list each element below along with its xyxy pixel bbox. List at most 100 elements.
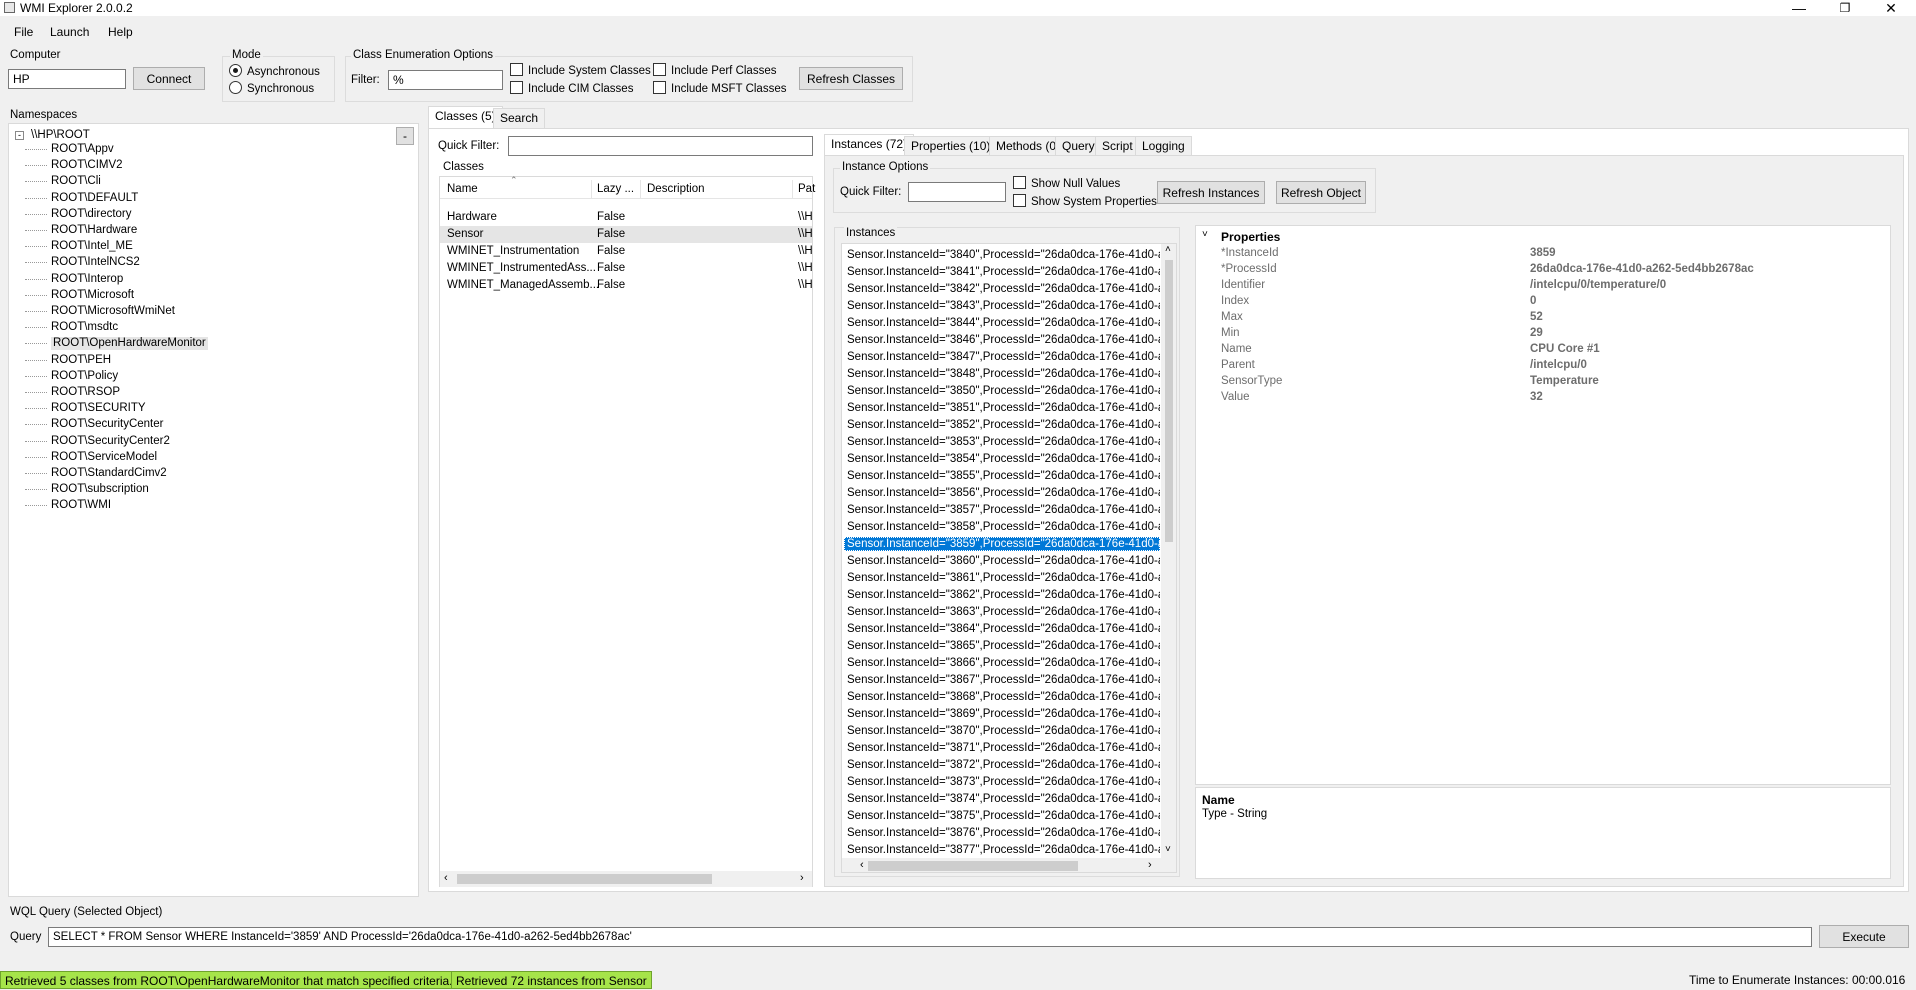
list-item[interactable]: Sensor.InstanceId="3848",ProcessId="26da… [844,367,1160,381]
list-item[interactable]: Sensor.InstanceId="3865",ProcessId="26da… [844,639,1160,653]
namespaces-tree[interactable]: - \\HP\ROOT - ROOT\Appv ROOT\CIMV2 ROOT\Cl… [8,123,419,897]
scroll-right-icon[interactable]: › [1148,859,1152,871]
namespace-item[interactable]: ROOT\Appv [51,143,114,156]
menu-file[interactable]: File [14,25,33,39]
restore-button[interactable]: ❐ [1822,0,1868,16]
instance-quick-filter-input[interactable] [908,182,1006,202]
scroll-left-icon[interactable]: ‹ [444,872,448,884]
properties-grid[interactable]: ˅ Properties *InstanceId 3859 *ProcessId 26… [1195,225,1891,785]
include-msft-checkbox[interactable]: Include MSFT Classes [653,81,786,95]
computer-input[interactable]: HP [8,69,126,89]
list-item[interactable]: Sensor.InstanceId="3863",ProcessId="26da… [844,605,1160,619]
col-name[interactable]: Name [447,183,478,195]
include-cim-checkbox[interactable]: Include CIM Classes [510,81,633,95]
list-item[interactable]: Sensor.InstanceId="3874",ProcessId="26da… [844,792,1160,806]
classes-quick-filter-input[interactable] [508,136,813,156]
list-item[interactable]: Sensor.InstanceId="3846",ProcessId="26da… [844,333,1160,347]
namespace-item[interactable]: ROOT\RSOP [51,386,120,399]
filter-input[interactable]: % [388,70,503,90]
list-item[interactable]: Sensor.InstanceId="3843",ProcessId="26da… [844,299,1160,313]
refresh-instances-button[interactable]: Refresh Instances [1157,181,1265,204]
tab-classes[interactable]: Classes (5) [428,106,503,128]
list-item[interactable]: Sensor.InstanceId="3876",ProcessId="26da… [844,826,1160,840]
refresh-object-button[interactable]: Refresh Object [1276,181,1366,204]
property-value[interactable]: /intelcpu/0 [1530,358,1587,373]
expand-chevron-icon[interactable]: ˅ [1202,229,1208,240]
list-item[interactable]: Sensor.InstanceId="3873",ProcessId="26da… [844,775,1160,789]
tab-logging[interactable]: Logging [1135,136,1192,156]
minimize-button[interactable]: — [1776,0,1822,16]
list-item[interactable]: Sensor.InstanceId="3856",ProcessId="26da… [844,486,1160,500]
list-item[interactable]: Sensor.InstanceId="3841",ProcessId="26da… [844,265,1160,279]
list-item[interactable]: Sensor.InstanceId="3872",ProcessId="26da… [844,758,1160,772]
menu-launch[interactable]: Launch [50,25,89,39]
namespace-item[interactable]: ROOT\SecurityCenter [51,418,163,431]
property-value[interactable]: 32 [1530,390,1543,405]
tab-search[interactable]: Search [493,108,546,128]
namespace-item[interactable]: ROOT\OpenHardwareMonitor [51,337,208,351]
list-item[interactable]: Sensor.InstanceId="3852",ProcessId="26da… [844,418,1160,432]
list-item[interactable]: Sensor.InstanceId="3864",ProcessId="26da… [844,622,1160,636]
collapse-all-button[interactable]: - [396,127,414,145]
namespace-item[interactable]: ROOT\CIMV2 [51,159,123,172]
list-item[interactable]: Sensor.InstanceId="3851",ProcessId="26da… [844,401,1160,415]
scroll-down-icon[interactable]: ˅ [1165,844,1171,855]
list-item[interactable]: Sensor.InstanceId="3850",ProcessId="26da… [844,384,1160,398]
namespace-item[interactable]: ROOT\Cli [51,175,101,188]
list-item[interactable]: Sensor.InstanceId="3857",ProcessId="26da… [844,503,1160,517]
scroll-up-icon[interactable]: ˄ [1165,244,1171,255]
property-value[interactable]: 26da0dca-176e-41d0-a262-5ed4bb2678ac [1530,262,1754,277]
hscroll-thumb[interactable] [868,861,1078,871]
list-item[interactable]: Sensor.InstanceId="3840",ProcessId="26da… [844,248,1160,262]
show-system-props-checkbox[interactable]: Show System Properties [1013,194,1157,208]
namespace-item[interactable]: ROOT\SECURITY [51,402,146,415]
tab-script[interactable]: Script [1095,136,1140,156]
query-input[interactable]: SELECT * FROM Sensor WHERE InstanceId='3… [48,927,1812,947]
property-value[interactable]: 52 [1530,310,1543,325]
tab-properties[interactable]: Properties (10) [904,136,998,156]
namespace-item[interactable]: ROOT\Policy [51,370,118,383]
hscroll-thumb[interactable] [457,874,712,884]
instances-hscroll[interactable]: ‹ › [842,858,1176,872]
namespace-item[interactable]: ROOT\Microsoft [51,289,134,302]
list-item[interactable]: Sensor.InstanceId="3861",ProcessId="26da… [844,571,1160,585]
namespace-item[interactable]: ROOT\subscription [51,483,149,496]
property-value[interactable]: 29 [1530,326,1543,341]
classes-list[interactable]: ⌃ Name Lazy ... Description Pat Hardware… [439,175,815,887]
namespace-item[interactable]: ROOT\Hardware [51,224,137,237]
namespace-root[interactable]: \\HP\ROOT [31,129,90,142]
connect-button[interactable]: Connect [133,67,205,90]
namespace-item[interactable]: ROOT\Intel_ME [51,240,133,253]
menu-help[interactable]: Help [108,25,133,39]
scroll-right-icon[interactable]: › [800,872,804,884]
show-null-checkbox[interactable]: Show Null Values [1013,176,1120,190]
namespace-item[interactable]: ROOT\MicrosoftWmiNet [51,305,175,318]
classes-hscroll[interactable]: ‹ › [440,871,812,887]
list-item[interactable]: Sensor.InstanceId="3867",ProcessId="26da… [844,673,1160,687]
col-lazy[interactable]: Lazy ... [597,183,634,195]
list-item[interactable]: Sensor.InstanceId="3859",ProcessId="26da… [844,537,1160,551]
list-item[interactable]: Sensor.InstanceId="3862",ProcessId="26da… [844,588,1160,602]
table-row[interactable]: WMINET_InstrumentedAss... False \\H [440,260,813,277]
instances-list[interactable]: Sensor.InstanceId="3840",ProcessId="26da… [841,243,1177,873]
list-item[interactable]: Sensor.InstanceId="3877",ProcessId="26da… [844,843,1160,856]
property-value[interactable]: 0 [1530,294,1536,309]
property-value[interactable]: 3859 [1530,246,1556,261]
list-item[interactable]: Sensor.InstanceId="3858",ProcessId="26da… [844,520,1160,534]
tab-instances[interactable]: Instances (72) [824,134,915,156]
namespace-item[interactable]: ROOT\WMI [51,499,111,512]
namespace-item[interactable]: ROOT\Interop [51,273,123,286]
mode-async-radio[interactable]: Asynchronous [229,64,320,78]
property-value[interactable]: Temperature [1530,374,1599,389]
table-row[interactable]: WMINET_ManagedAssemb... False \\H [440,277,813,294]
col-path[interactable]: Pat [798,183,815,195]
list-item[interactable]: Sensor.InstanceId="3869",ProcessId="26da… [844,707,1160,721]
namespace-item[interactable]: ROOT\directory [51,208,132,221]
refresh-classes-button[interactable]: Refresh Classes [799,67,903,90]
table-row[interactable]: WMINET_Instrumentation False \\H [440,243,813,260]
list-item[interactable]: Sensor.InstanceId="3853",ProcessId="26da… [844,435,1160,449]
namespace-item[interactable]: ROOT\StandardCimv2 [51,467,167,480]
list-item[interactable]: Sensor.InstanceId="3871",ProcessId="26da… [844,741,1160,755]
list-item[interactable]: Sensor.InstanceId="3842",ProcessId="26da… [844,282,1160,296]
namespace-item[interactable]: ROOT\IntelNCS2 [51,256,140,269]
